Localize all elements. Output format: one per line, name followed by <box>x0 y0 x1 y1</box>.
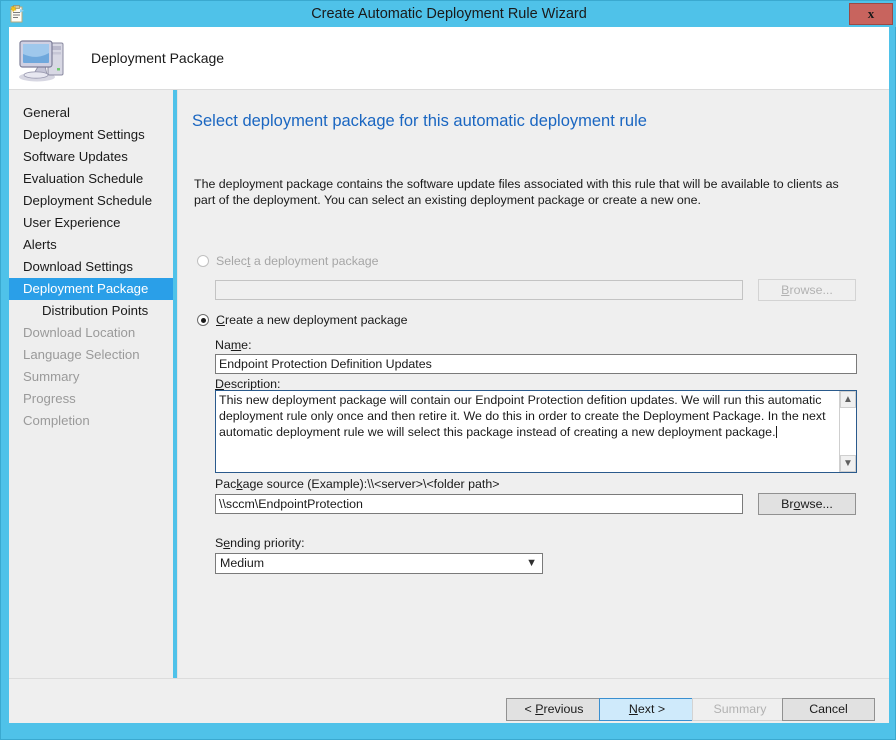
close-button[interactable]: x <box>849 3 893 25</box>
radio-label-select-package-post: a deployment package <box>250 254 379 268</box>
next-post: ext > <box>637 702 666 716</box>
next-accel: N <box>628 702 638 716</box>
sidebar-item-software-updates[interactable]: Software Updates <box>9 146 173 168</box>
sidebar-item-progress[interactable]: Progress <box>9 388 173 410</box>
sidebar-item-download-location[interactable]: Download Location <box>9 322 173 344</box>
name-label-pre: Na <box>215 338 231 352</box>
desc-label-post: escription: <box>223 377 281 391</box>
sidebar-item-evaluation-schedule[interactable]: Evaluation Schedule <box>9 168 173 190</box>
sidebar-item-deployment-package[interactable]: Deployment Package <box>9 278 173 300</box>
sidebar-item-deployment-schedule[interactable]: Deployment Schedule <box>9 190 173 212</box>
content-description: The deployment package contains the soft… <box>194 177 839 207</box>
page-title: Deployment Package <box>91 50 225 66</box>
sidebar-item-user-experience[interactable]: User Experience <box>9 212 173 234</box>
radio-select-deployment-package[interactable]: Select a deployment package <box>197 254 379 268</box>
summary-button: Summary <box>692 698 788 721</box>
sum-accel: S <box>713 702 722 716</box>
browse-src-pre: Br <box>781 497 794 511</box>
sidebar-item-alerts[interactable]: Alerts <box>9 234 173 256</box>
radio-indicator-select-package <box>197 255 209 267</box>
name-label: Name: <box>215 338 252 352</box>
select-package-input <box>215 280 743 300</box>
browse-select-post: rowse... <box>789 283 833 297</box>
sum-post: ummary <box>721 702 767 716</box>
pkgsrc-label-post: age source (Example):\\<server>\<folder … <box>242 477 500 491</box>
radio-label-select-package-pre: Selec <box>216 254 247 268</box>
description-textarea[interactable]: This new deployment package will contain… <box>215 390 857 473</box>
package-source-label: Package source (Example):\\<server>\<fol… <box>215 477 499 491</box>
wizard-window: Create Automatic Deployment Rule Wizard … <box>0 0 896 740</box>
cancel-button[interactable]: Cancel <box>782 698 875 721</box>
description-scrollbar[interactable]: ▲ ▼ <box>839 391 856 472</box>
prev-accel: P <box>535 702 544 716</box>
pkgsrc-label-pre: Pac <box>215 477 237 491</box>
prev-pre: < <box>524 702 536 716</box>
sidebar-item-distribution-points[interactable]: Distribution Points <box>9 300 173 322</box>
sidebar-item-deployment-settings[interactable]: Deployment Settings <box>9 124 173 146</box>
sidebar-item-language-selection[interactable]: Language Selection <box>9 344 173 366</box>
description-value: This new deployment package will contain… <box>219 393 826 439</box>
radio-label-create-package-accel: C <box>216 313 225 327</box>
cancel-post: Cancel <box>809 702 848 716</box>
sidebar-item-summary[interactable]: Summary <box>9 366 173 388</box>
chevron-down-icon: ▼ <box>526 557 537 569</box>
prio-label-post: nding priority: <box>230 536 305 550</box>
sending-priority-label: Sending priority: <box>215 536 305 550</box>
content-heading: Select deployment package for this autom… <box>192 112 647 130</box>
radio-label-create-package-post: reate a new deployment package <box>224 313 408 327</box>
name-input[interactable]: Endpoint Protection Definition Updates <box>215 354 857 374</box>
sending-priority-value: Medium <box>220 556 265 570</box>
text-caret <box>775 426 777 438</box>
sidebar-item-download-settings[interactable]: Download Settings <box>9 256 173 278</box>
sidebar-item-completion[interactable]: Completion <box>9 410 173 432</box>
title-bar[interactable]: Create Automatic Deployment Rule Wizard … <box>1 1 896 27</box>
radio-indicator-create-package <box>197 314 209 326</box>
main-content-panel: Select deployment package for this autom… <box>177 90 889 678</box>
wizard-steps-sidebar: General Deployment Settings Software Updat… <box>9 90 173 718</box>
name-label-post: e: <box>241 338 252 352</box>
prev-post: revious <box>543 702 584 716</box>
previous-button[interactable]: < Previous <box>506 698 602 721</box>
chevron-down-icon[interactable]: ▼ <box>840 455 856 472</box>
sending-priority-dropdown[interactable]: Medium ▼ <box>215 553 543 574</box>
radio-create-new-package[interactable]: Create a new deployment package <box>197 313 408 327</box>
browse-src-post: wse... <box>800 497 833 511</box>
browse-button-select-package: Browse... <box>758 279 856 301</box>
next-button[interactable]: Next > <box>599 698 695 721</box>
wizard-header: Deployment Package <box>9 27 889 90</box>
browse-button-package-source[interactable]: Browse... <box>758 493 856 515</box>
package-source-input[interactable]: \\sccm\EndpointProtection <box>215 494 743 514</box>
desc-label-accel: D <box>215 377 224 391</box>
chevron-up-icon[interactable]: ▲ <box>840 391 856 408</box>
sidebar-item-general[interactable]: General <box>9 102 173 124</box>
name-label-accel: m <box>230 338 242 352</box>
window-title: Create Automatic Deployment Rule Wizard <box>311 6 587 22</box>
description-label: Description: <box>215 377 280 391</box>
computer-icon <box>17 33 71 83</box>
